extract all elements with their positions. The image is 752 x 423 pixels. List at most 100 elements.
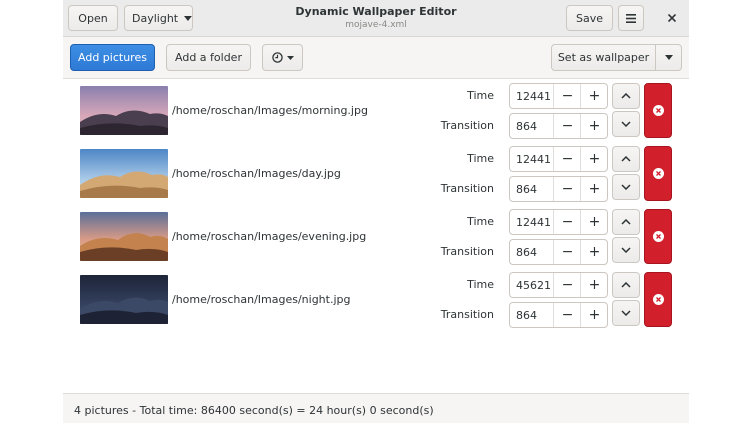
decrement-button[interactable]: −: [553, 210, 581, 234]
increment-button[interactable]: +: [580, 147, 608, 171]
picture-row: /home/roschan/Images/night.jpg Time 4562…: [63, 269, 689, 329]
picture-row: /home/roschan/Images/day.jpg Time 12441 …: [63, 143, 689, 203]
increment-button[interactable]: +: [580, 114, 608, 138]
chevron-down-icon: [621, 121, 631, 127]
delete-picture-button[interactable]: [644, 209, 672, 264]
save-button[interactable]: Save: [566, 5, 613, 31]
decrement-button[interactable]: −: [553, 273, 581, 297]
set-wallpaper-options-button[interactable]: [655, 44, 682, 71]
transition-spinbutton[interactable]: 864 − +: [509, 302, 608, 328]
decrement-button[interactable]: −: [553, 114, 581, 138]
move-up-button[interactable]: [612, 146, 640, 172]
time-spinbutton[interactable]: 12441 − +: [509, 83, 608, 109]
close-icon: [668, 14, 676, 22]
time-label: Time: [467, 152, 494, 165]
delete-icon: [652, 105, 664, 116]
delete-picture-button[interactable]: [644, 272, 672, 327]
wallpaper-thumbnail: [80, 86, 168, 135]
chevron-down-icon: [621, 310, 631, 316]
time-label: Time: [467, 278, 494, 291]
chevron-up-icon: [621, 219, 631, 225]
transition-spinbutton[interactable]: 864 − +: [509, 176, 608, 202]
picture-row: /home/roschan/Images/morning.jpg Time 12…: [63, 80, 689, 140]
chevron-down-icon: [664, 55, 673, 60]
clock-icon: [271, 52, 283, 63]
time-value[interactable]: 12441: [516, 90, 551, 103]
delete-icon: [652, 294, 664, 305]
picture-row: /home/roschan/Images/evening.jpg Time 12…: [63, 206, 689, 266]
add-pictures-button[interactable]: Add pictures: [70, 44, 155, 71]
increment-button[interactable]: +: [580, 273, 608, 297]
wallpaper-thumbnail: [80, 212, 168, 261]
chevron-down-icon: [286, 55, 294, 60]
close-button[interactable]: [659, 5, 685, 31]
transition-spinbutton[interactable]: 864 − +: [509, 239, 608, 265]
hamburger-menu-icon: [626, 13, 636, 23]
decrement-button[interactable]: −: [553, 303, 581, 327]
delete-picture-button[interactable]: [644, 83, 672, 138]
transition-value[interactable]: 864: [516, 120, 537, 133]
status-text: 4 pictures - Total time: 86400 second(s)…: [74, 404, 434, 417]
increment-button[interactable]: +: [580, 210, 608, 234]
move-down-button[interactable]: [612, 111, 640, 137]
toolbar: Add pictures Add a folder Set as wallpap…: [63, 37, 689, 79]
decrement-button[interactable]: −: [553, 84, 581, 108]
increment-button[interactable]: +: [580, 303, 608, 327]
delete-picture-button[interactable]: [644, 146, 672, 201]
app-window: Open Daylight Dynamic Wallpaper Editor m…: [63, 0, 689, 423]
menu-button[interactable]: [618, 5, 644, 31]
chevron-down-icon: [621, 184, 631, 190]
time-spinbutton[interactable]: 12441 − +: [509, 209, 608, 235]
move-up-button[interactable]: [612, 83, 640, 109]
theme-dropdown[interactable]: Daylight: [124, 5, 193, 31]
time-label: Time: [467, 215, 494, 228]
delete-icon: [652, 231, 664, 242]
move-down-button[interactable]: [612, 174, 640, 200]
increment-button[interactable]: +: [580, 84, 608, 108]
time-value[interactable]: 12441: [516, 153, 551, 166]
time-label: Time: [467, 89, 494, 102]
delete-icon: [652, 168, 664, 179]
move-up-button[interactable]: [612, 272, 640, 298]
chevron-up-icon: [621, 93, 631, 99]
time-spinbutton[interactable]: 12441 − +: [509, 146, 608, 172]
transition-value[interactable]: 864: [516, 309, 537, 322]
transition-spinbutton[interactable]: 864 − +: [509, 113, 608, 139]
time-spinbutton[interactable]: 45621 − +: [509, 272, 608, 298]
transition-label: Transition: [440, 308, 494, 321]
transition-value[interactable]: 864: [516, 183, 537, 196]
move-down-button[interactable]: [612, 300, 640, 326]
picture-path: /home/roschan/Images/morning.jpg: [172, 104, 368, 117]
decrement-button[interactable]: −: [553, 240, 581, 264]
transition-value[interactable]: 864: [516, 246, 537, 259]
time-value[interactable]: 45621: [516, 279, 551, 292]
window-title: Dynamic Wallpaper Editor: [295, 5, 457, 18]
chevron-down-icon: [621, 247, 631, 253]
time-options-dropdown[interactable]: [262, 44, 303, 71]
chevron-up-icon: [621, 156, 631, 162]
increment-button[interactable]: +: [580, 177, 608, 201]
increment-button[interactable]: +: [580, 240, 608, 264]
picture-path: /home/roschan/Images/evening.jpg: [172, 230, 367, 243]
move-down-button[interactable]: [612, 237, 640, 263]
picture-path: /home/roschan/Images/night.jpg: [172, 293, 351, 306]
transition-label: Transition: [440, 245, 494, 258]
set-wallpaper-button[interactable]: Set as wallpaper: [551, 44, 656, 71]
wallpaper-thumbnail: [80, 149, 168, 198]
wallpaper-thumbnail: [80, 275, 168, 324]
open-button[interactable]: Open: [68, 5, 118, 31]
header-bar: Open Daylight Dynamic Wallpaper Editor m…: [63, 0, 689, 37]
window-subtitle: mojave-4.xml: [345, 20, 407, 30]
decrement-button[interactable]: −: [553, 147, 581, 171]
picture-path: /home/roschan/Images/day.jpg: [172, 167, 341, 180]
decrement-button[interactable]: −: [553, 177, 581, 201]
theme-dropdown-label: Daylight: [132, 11, 179, 25]
chevron-down-icon: [184, 15, 192, 21]
time-value[interactable]: 12441: [516, 216, 551, 229]
add-folder-button[interactable]: Add a folder: [166, 44, 251, 71]
status-bar: 4 pictures - Total time: 86400 second(s)…: [63, 393, 689, 423]
move-up-button[interactable]: [612, 209, 640, 235]
title-box: Dynamic Wallpaper Editor mojave-4.xml: [263, 5, 489, 31]
chevron-up-icon: [621, 282, 631, 288]
transition-label: Transition: [440, 182, 494, 195]
